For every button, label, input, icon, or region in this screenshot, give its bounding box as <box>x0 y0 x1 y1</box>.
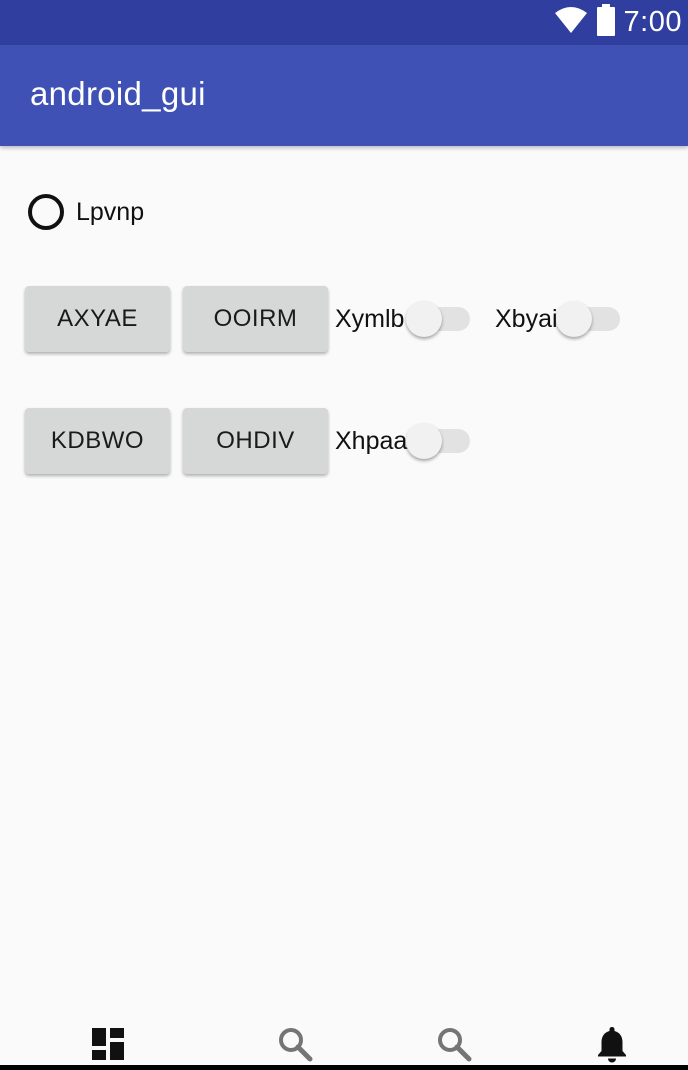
nav-search-2[interactable] <box>434 1026 474 1066</box>
kdbwo-button[interactable]: KDBWO <box>25 408 170 474</box>
wifi-icon <box>554 6 588 39</box>
switch-label-xbyai: Xbyai <box>495 305 558 333</box>
app-bar: android_gui <box>0 45 688 146</box>
app-title: android_gui <box>30 75 206 112</box>
nav-dashboard[interactable] <box>88 1026 128 1066</box>
status-time: 7:00 <box>623 6 682 38</box>
nav-notifications[interactable] <box>592 1026 632 1066</box>
switch-xbyai[interactable] <box>556 299 620 339</box>
switch-thumb <box>406 301 442 337</box>
switch-xhpaa[interactable] <box>406 421 470 461</box>
status-icons: 7:00 <box>554 0 682 45</box>
switch-label-xymlb: Xymlb <box>335 305 405 333</box>
ooirm-button[interactable]: OOIRM <box>183 286 328 352</box>
axyae-button[interactable]: AXYAE <box>25 286 170 352</box>
radio-label: Lpvnp <box>76 197 145 226</box>
switch-thumb <box>406 423 442 459</box>
nav-search-1[interactable] <box>275 1026 315 1066</box>
switch-label-xhpaa: Xhpaa <box>335 427 408 455</box>
bottom-navigation <box>0 1018 688 1070</box>
search-icon <box>277 1026 313 1067</box>
switch-xymlb[interactable] <box>406 299 470 339</box>
switch-thumb <box>556 301 592 337</box>
radio-button[interactable] <box>28 194 64 230</box>
search-icon <box>436 1026 472 1067</box>
status-bar: 7:00 <box>0 0 688 45</box>
ohdiv-button[interactable]: OHDIV <box>183 408 328 474</box>
dashboard-icon <box>91 1027 125 1066</box>
notifications-icon <box>595 1025 629 1068</box>
nav-bar-bottom-edge <box>0 1065 688 1070</box>
radio-option-lpvnp[interactable]: Lpvnp <box>28 194 144 230</box>
battery-icon <box>596 4 616 41</box>
